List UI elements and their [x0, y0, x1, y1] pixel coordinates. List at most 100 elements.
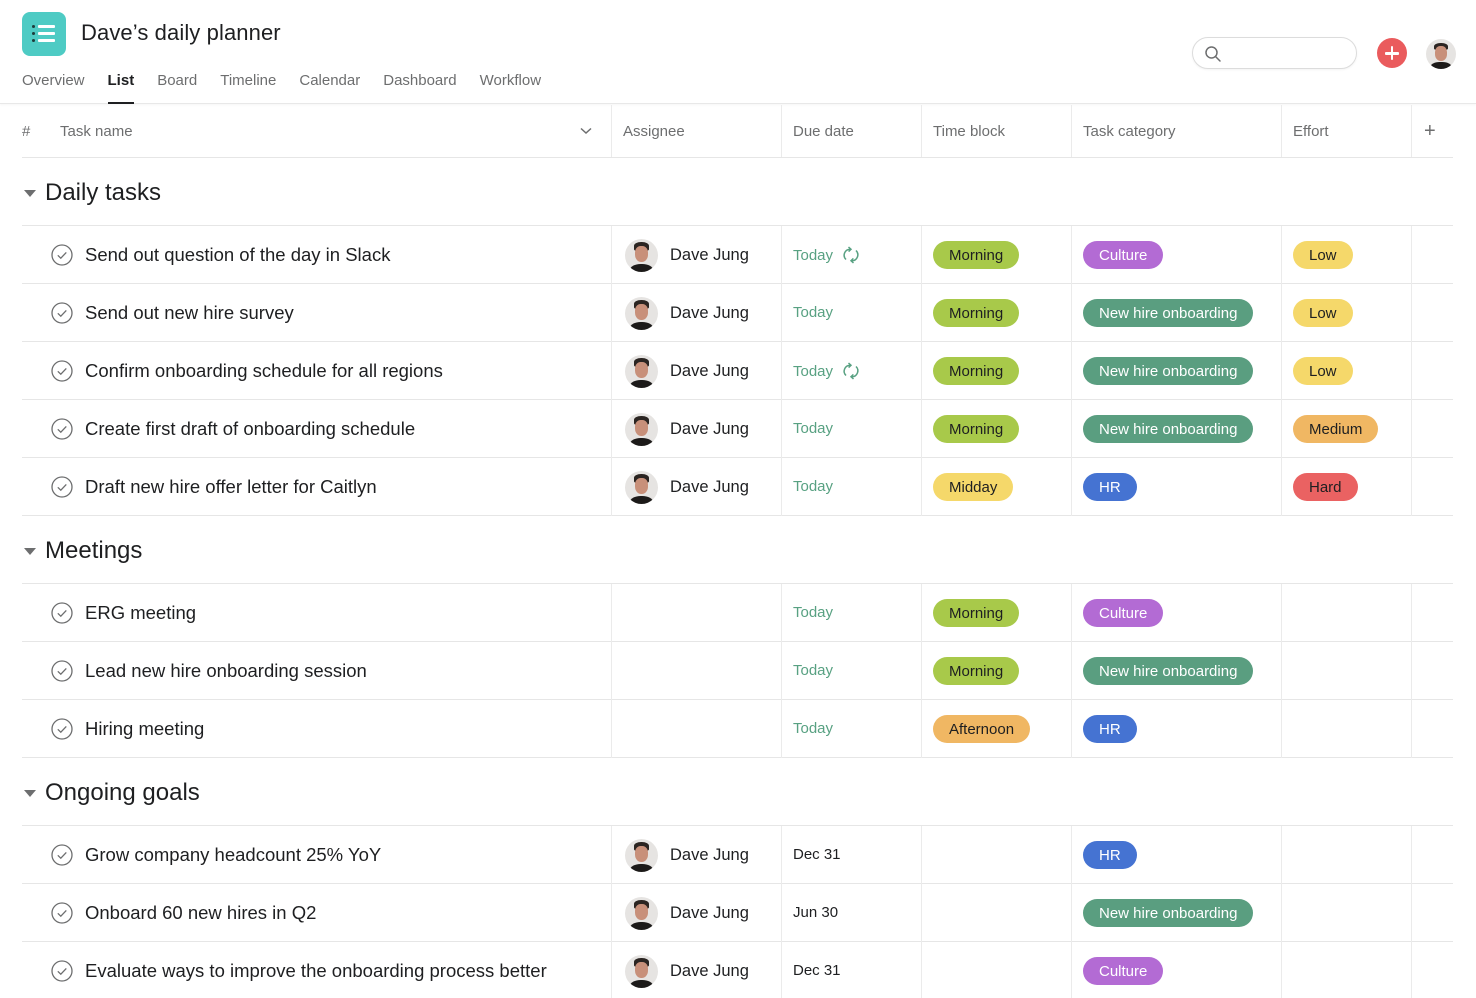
project-title[interactable]: Dave’s daily planner: [81, 20, 281, 46]
task-name[interactable]: Create first draft of onboarding schedul…: [85, 418, 415, 440]
task-category-tag[interactable]: HR: [1083, 473, 1137, 501]
task-row[interactable]: Grow company headcount 25% YoY Dave Jung D…: [22, 826, 1453, 884]
task-name[interactable]: Onboard 60 new hires in Q2: [85, 902, 316, 924]
task-name[interactable]: Hiring meeting: [85, 718, 204, 740]
quick-add-button[interactable]: [1377, 38, 1407, 68]
task-row[interactable]: ERG meeting Today Morning Culture: [22, 584, 1453, 642]
task-row[interactable]: Lead new hire onboarding session Today Mor…: [22, 642, 1453, 700]
complete-check-icon[interactable]: [51, 476, 73, 498]
collapse-caret-icon[interactable]: [24, 790, 36, 797]
task-name[interactable]: ERG meeting: [85, 602, 196, 624]
task-category-tag[interactable]: Culture: [1083, 957, 1164, 985]
section-title[interactable]: Daily tasks: [45, 179, 161, 207]
due-date-cell[interactable]: Today: [793, 362, 861, 380]
complete-check-icon[interactable]: [51, 844, 73, 866]
due-date-cell[interactable]: Dec 31: [793, 962, 841, 979]
assignee-cell[interactable]: Dave Jung: [625, 470, 749, 504]
column-due-date[interactable]: Due date: [793, 105, 854, 157]
task-category-tag[interactable]: HR: [1083, 715, 1137, 743]
collapse-caret-icon[interactable]: [24, 190, 36, 197]
time-block-tag[interactable]: Morning: [933, 241, 1020, 269]
task-row[interactable]: Send out new hire survey Dave Jung Today Mo…: [22, 284, 1453, 342]
tab-list[interactable]: List: [107, 72, 134, 104]
task-category-tag[interactable]: New hire onboarding: [1083, 415, 1254, 443]
complete-check-icon[interactable]: [51, 360, 73, 382]
search-input[interactable]: [1192, 37, 1357, 69]
effort-tag[interactable]: Medium: [1293, 415, 1379, 443]
complete-check-icon[interactable]: [51, 960, 73, 982]
assignee-cell[interactable]: Dave Jung: [625, 354, 749, 388]
task-category-tag[interactable]: New hire onboarding: [1083, 657, 1254, 685]
task-row[interactable]: Draft new hire offer letter for Caitlyn D…: [22, 458, 1453, 516]
complete-check-icon[interactable]: [51, 660, 73, 682]
task-name[interactable]: Lead new hire onboarding session: [85, 660, 367, 682]
tab-timeline[interactable]: Timeline: [220, 72, 276, 104]
complete-check-icon[interactable]: [51, 302, 73, 324]
list-project-icon[interactable]: [22, 12, 66, 56]
section-title[interactable]: Ongoing goals: [45, 779, 200, 807]
time-block-tag[interactable]: Morning: [933, 415, 1020, 443]
effort-tag[interactable]: Low: [1293, 299, 1353, 327]
task-name[interactable]: Send out new hire survey: [85, 302, 294, 324]
task-category-tag[interactable]: New hire onboarding: [1083, 357, 1254, 385]
task-name[interactable]: Draft new hire offer letter for Caitlyn: [85, 476, 377, 498]
column-task-category[interactable]: Task category: [1083, 105, 1176, 157]
tab-workflow[interactable]: Workflow: [480, 72, 541, 104]
user-avatar[interactable]: [1426, 39, 1456, 69]
task-name[interactable]: Evaluate ways to improve the onboarding …: [85, 960, 547, 982]
assignee-cell[interactable]: Dave Jung: [625, 238, 749, 272]
assignee-cell[interactable]: Dave Jung: [625, 412, 749, 446]
tab-dashboard[interactable]: Dashboard: [383, 72, 456, 104]
complete-check-icon[interactable]: [51, 718, 73, 740]
task-row[interactable]: Evaluate ways to improve the onboarding …: [22, 942, 1453, 998]
task-category-tag[interactable]: HR: [1083, 841, 1137, 869]
effort-tag[interactable]: Low: [1293, 241, 1353, 269]
column-assignee[interactable]: Assignee: [623, 105, 685, 157]
column-effort[interactable]: Effort: [1293, 105, 1329, 157]
task-category-tag[interactable]: Culture: [1083, 599, 1164, 627]
collapse-caret-icon[interactable]: [24, 548, 36, 555]
column-divider[interactable]: [1071, 105, 1072, 157]
column-divider[interactable]: [611, 105, 612, 157]
task-row[interactable]: Create first draft of onboarding schedul…: [22, 400, 1453, 458]
task-category-tag[interactable]: New hire onboarding: [1083, 899, 1254, 927]
tab-overview[interactable]: Overview: [22, 72, 85, 104]
task-name[interactable]: Confirm onboarding schedule for all regi…: [85, 360, 443, 382]
due-date-cell[interactable]: Today: [793, 420, 833, 437]
due-date-cell[interactable]: Today: [793, 478, 833, 495]
effort-tag[interactable]: Low: [1293, 357, 1353, 385]
sort-chevron-icon[interactable]: [580, 105, 592, 157]
task-row[interactable]: Send out question of the day in Slack Dav…: [22, 226, 1453, 284]
assignee-cell[interactable]: Dave Jung: [625, 954, 749, 988]
task-category-tag[interactable]: Culture: [1083, 241, 1164, 269]
add-column-button[interactable]: +: [1424, 105, 1436, 157]
effort-tag[interactable]: Hard: [1293, 473, 1358, 501]
assignee-cell[interactable]: Dave Jung: [625, 838, 749, 872]
due-date-cell[interactable]: Today: [793, 720, 833, 737]
due-date-cell[interactable]: Dec 31: [793, 846, 841, 863]
column-divider[interactable]: [1281, 105, 1282, 157]
complete-check-icon[interactable]: [51, 244, 73, 266]
tab-board[interactable]: Board: [157, 72, 197, 104]
complete-check-icon[interactable]: [51, 602, 73, 624]
task-row[interactable]: Onboard 60 new hires in Q2 Dave Jung Jun 3…: [22, 884, 1453, 942]
due-date-cell[interactable]: Today: [793, 304, 833, 321]
time-block-tag[interactable]: Midday: [933, 473, 1014, 501]
task-row[interactable]: Hiring meeting Today Afternoon HR: [22, 700, 1453, 758]
time-block-tag[interactable]: Morning: [933, 299, 1020, 327]
time-block-tag[interactable]: Morning: [933, 357, 1020, 385]
task-name[interactable]: Send out question of the day in Slack: [85, 244, 390, 266]
due-date-cell[interactable]: Today: [793, 604, 833, 621]
time-block-tag[interactable]: Afternoon: [933, 715, 1031, 743]
column-task-name[interactable]: Task name: [60, 105, 133, 157]
task-row[interactable]: Confirm onboarding schedule for all regi…: [22, 342, 1453, 400]
section-title[interactable]: Meetings: [45, 537, 142, 565]
task-name[interactable]: Grow company headcount 25% YoY: [85, 844, 381, 866]
time-block-tag[interactable]: Morning: [933, 599, 1020, 627]
column-divider[interactable]: [921, 105, 922, 157]
assignee-cell[interactable]: Dave Jung: [625, 896, 749, 930]
column-time-block[interactable]: Time block: [933, 105, 1005, 157]
tab-calendar[interactable]: Calendar: [299, 72, 360, 104]
due-date-cell[interactable]: Today: [793, 246, 861, 264]
due-date-cell[interactable]: Jun 30: [793, 904, 838, 921]
